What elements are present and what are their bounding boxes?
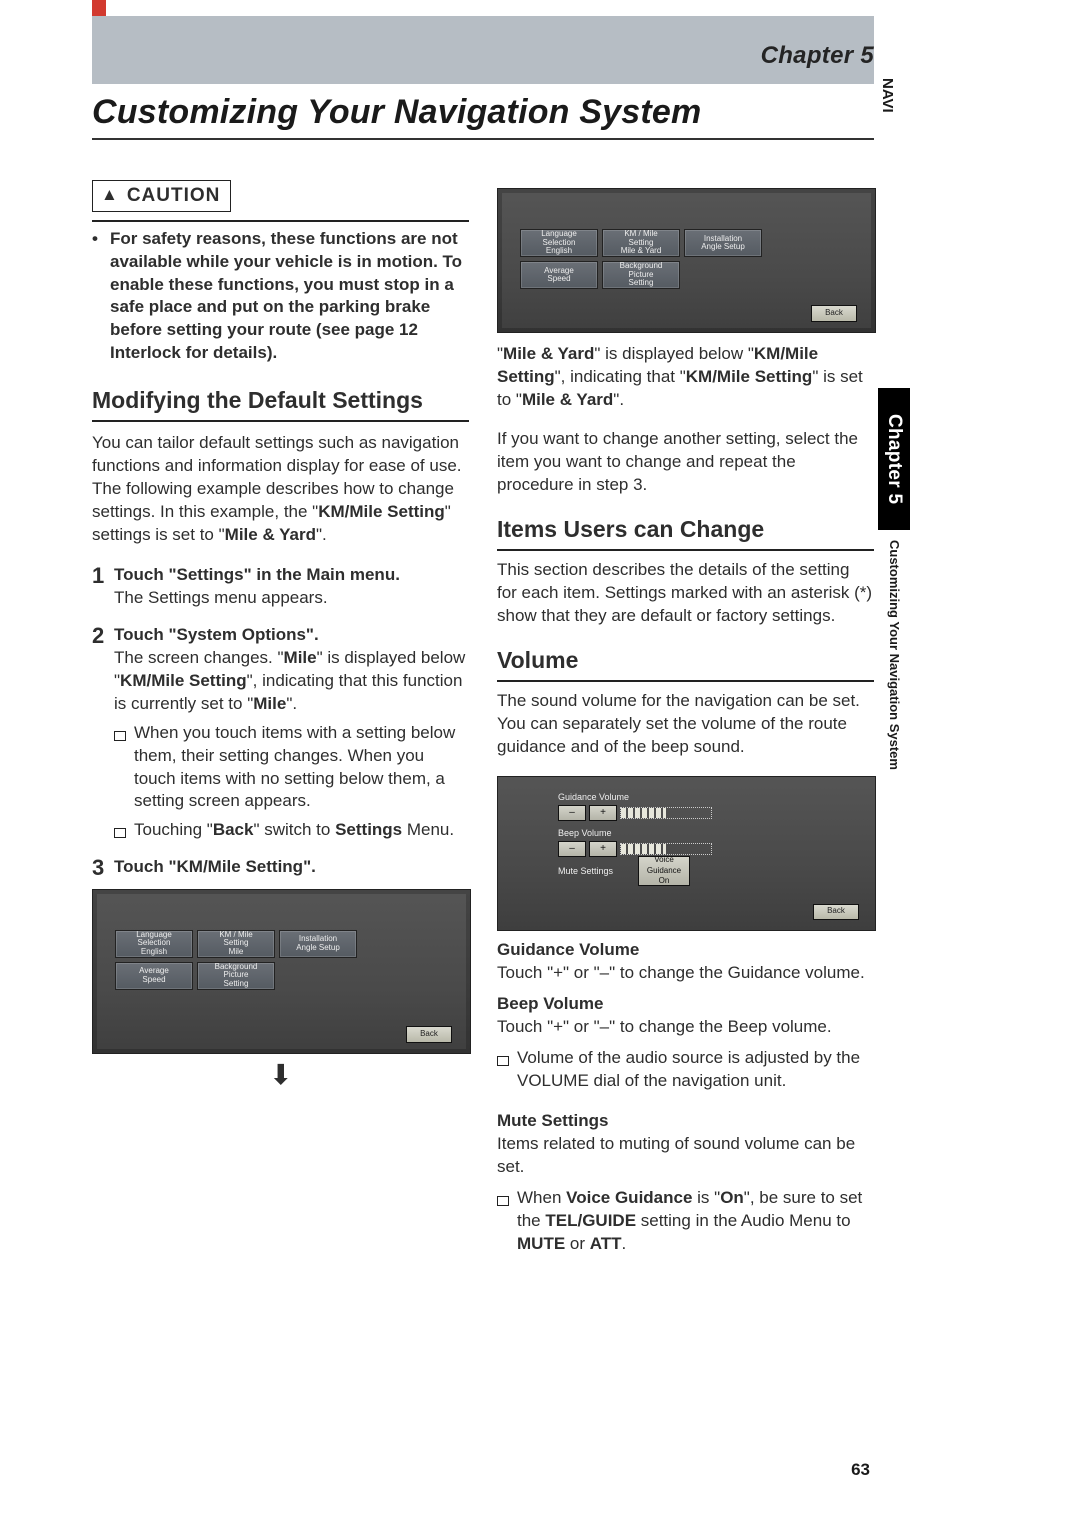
- caution-rule: [92, 220, 469, 222]
- volume-intro: The sound volume for the navigation can …: [497, 690, 874, 759]
- manual-page: Chapter 5 Customizing Your Navigation Sy…: [0, 0, 1080, 1534]
- vol-note1-text: Volume of the audio source is adjusted b…: [517, 1047, 874, 1093]
- page-number: 63: [851, 1460, 870, 1480]
- heading-items-change: Items Users can Change: [497, 514, 874, 551]
- caution-heading: CAUTION: [127, 183, 221, 209]
- note-box-icon: [497, 1047, 517, 1093]
- vol-note-1: Volume of the audio source is adjusted b…: [497, 1047, 874, 1093]
- down-arrow-icon: ➡: [267, 1060, 295, 1088]
- note-box-icon: [114, 722, 134, 814]
- nav-btn-install[interactable]: InstallationAngle Setup: [279, 930, 357, 958]
- mute-body: Items related to muting of sound volume …: [497, 1133, 874, 1179]
- mute-note: When Voice Guidance is "On", be sure to …: [497, 1187, 874, 1256]
- left-column: ▲ CAUTION • For safety reasons, these fu…: [92, 180, 469, 1256]
- nav-btn-kmmile[interactable]: KM / MileSettingMile: [197, 930, 275, 958]
- step2-lead: Touch "System Options".: [114, 625, 319, 644]
- nav-back-button[interactable]: Back: [406, 1026, 452, 1043]
- nav-btn-kmmile[interactable]: KM / MileSettingMile & Yard: [602, 229, 680, 257]
- nav-btn-install[interactable]: InstallationAngle Setup: [684, 229, 762, 257]
- caution-text: For safety reasons, these functions are …: [110, 228, 469, 366]
- chapter-label: Chapter 5: [761, 42, 874, 70]
- note-box-icon: [114, 819, 134, 842]
- vol-back-button[interactable]: Back: [813, 904, 859, 920]
- step-2: 2 Touch "System Options". The screen cha…: [92, 624, 469, 716]
- ms-row: VoiceGuidanceOn: [638, 863, 690, 879]
- page-title: Customizing Your Navigation System: [92, 93, 874, 140]
- step-1: 1 Touch "Settings" in the Main menu. The…: [92, 564, 469, 610]
- nav-back-button[interactable]: Back: [811, 305, 857, 322]
- step3-lead: Touch "KM/Mile Setting".: [114, 857, 316, 876]
- intro-text-c: ".: [316, 525, 327, 544]
- note2-text: Touching "Back" switch to Settings Menu.: [134, 819, 454, 842]
- step1-body: The Settings menu appears.: [114, 588, 328, 607]
- volume-screenshot: Guidance Volume – + Beep Volume – + Mute…: [497, 776, 876, 931]
- nav-screenshot-1: LanguageSelectionEnglish KM / MileSettin…: [92, 889, 471, 1054]
- right-para-2: If you want to change another setting, s…: [497, 428, 874, 497]
- bv-minus-button[interactable]: –: [558, 841, 586, 857]
- gv-plus-button[interactable]: +: [589, 805, 617, 821]
- note1-text: When you touch items with a setting belo…: [134, 722, 469, 814]
- nav-btn-bgpicture[interactable]: BackgroundPictureSetting: [602, 261, 680, 289]
- bv-row: – +: [558, 841, 712, 857]
- bv-plus-button[interactable]: +: [589, 841, 617, 857]
- caution-box: ▲ CAUTION: [92, 180, 231, 212]
- kw-mileyard: Mile & Yard: [225, 525, 316, 544]
- nav-screenshot-2: LanguageSelectionEnglish KM / MileSettin…: [497, 188, 876, 333]
- gv-row: – +: [558, 805, 712, 821]
- gv-minus-button[interactable]: –: [558, 805, 586, 821]
- step-number-3: 3: [92, 856, 114, 880]
- note-box-icon: [497, 1187, 517, 1256]
- step-number-2: 2: [92, 624, 114, 716]
- gv-heading: Guidance Volume: [497, 939, 874, 962]
- bv-heading: Beep Volume: [497, 993, 874, 1016]
- items-body: This section describes the details of th…: [497, 559, 874, 628]
- bv-level-bar: [620, 843, 712, 855]
- right-column: LanguageSelectionEnglish KM / MileSettin…: [497, 180, 874, 1256]
- gv-level-bar: [620, 807, 712, 819]
- ms-label: Mute Settings: [558, 865, 613, 877]
- step1-lead: Touch "Settings" in the Main menu.: [114, 565, 400, 584]
- kw-kmmile: KM/Mile Setting: [318, 502, 445, 521]
- intro-paragraph: You can tailor default settings such as …: [92, 432, 469, 547]
- nav-btn-bgpicture[interactable]: BackgroundPictureSetting: [197, 962, 275, 990]
- nav-btn-avgspeed[interactable]: AverageSpeed: [115, 962, 193, 990]
- bullet-dot: •: [92, 228, 110, 366]
- nav-btn-avgspeed[interactable]: AverageSpeed: [520, 261, 598, 289]
- heading-volume: Volume: [497, 645, 874, 682]
- header-band: [92, 16, 874, 84]
- mute-note-text: When Voice Guidance is "On", be sure to …: [517, 1187, 874, 1256]
- mute-heading: Mute Settings: [497, 1110, 874, 1133]
- right-para-1: "Mile & Yard" is displayed below "KM/Mil…: [497, 343, 874, 412]
- step-number-1: 1: [92, 564, 114, 610]
- bv-text: Touch "+" or "–" to change the Beep volu…: [497, 1016, 874, 1039]
- gv-text: Touch "+" or "–" to change the Guidance …: [497, 962, 874, 985]
- side-subtitle: Customizing Your Navigation System: [887, 540, 902, 770]
- side-chapter-tab: Chapter 5: [878, 388, 910, 530]
- nav-btn-language[interactable]: LanguageSelectionEnglish: [115, 930, 193, 958]
- gv-label: Guidance Volume: [558, 791, 629, 803]
- warning-triangle-icon: ▲: [101, 184, 119, 207]
- heading-modify-defaults: Modifying the Default Settings: [92, 385, 469, 422]
- caution-bullet: • For safety reasons, these functions ar…: [92, 228, 469, 366]
- section-tab-navi: NAVI: [879, 78, 896, 113]
- voice-guidance-button[interactable]: VoiceGuidanceOn: [638, 856, 690, 886]
- step-3: 3 Touch "KM/Mile Setting".: [92, 856, 469, 880]
- step2-note-2: Touching "Back" switch to Settings Menu.: [92, 819, 469, 842]
- two-column-layout: ▲ CAUTION • For safety reasons, these fu…: [92, 180, 874, 1256]
- step2-note-1: When you touch items with a setting belo…: [92, 722, 469, 814]
- nav-btn-language[interactable]: LanguageSelectionEnglish: [520, 229, 598, 257]
- step2-body: The screen changes. "Mile" is displayed …: [114, 648, 465, 713]
- bv-label: Beep Volume: [558, 827, 612, 839]
